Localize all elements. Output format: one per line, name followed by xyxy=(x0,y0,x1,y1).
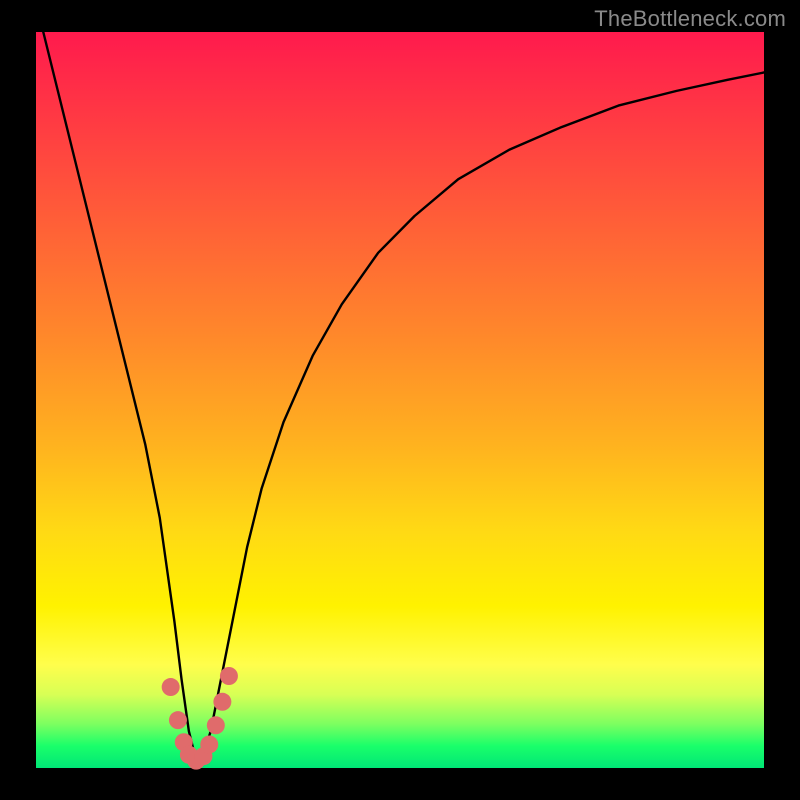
marker-dot xyxy=(200,735,218,753)
marker-dot xyxy=(213,693,231,711)
plot-area xyxy=(36,32,764,768)
near-minimum-markers xyxy=(162,667,238,770)
marker-dot xyxy=(207,716,225,734)
curve-layer xyxy=(36,32,764,768)
marker-dot xyxy=(162,678,180,696)
watermark-label: TheBottleneck.com xyxy=(594,6,786,32)
marker-dot xyxy=(169,711,187,729)
marker-dot xyxy=(220,667,238,685)
bottleneck-curve xyxy=(43,32,764,761)
chart-frame: TheBottleneck.com xyxy=(0,0,800,800)
